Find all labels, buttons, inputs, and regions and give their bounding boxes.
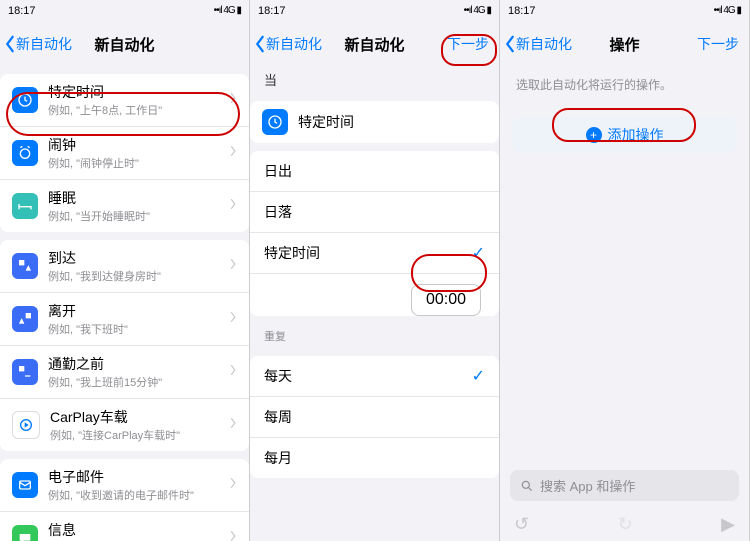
row-sub: 例如, "我上班前15分钟"	[48, 374, 219, 390]
row-sub: 例如, "收到邀请的电子邮件时"	[48, 487, 219, 503]
add-action-button[interactable]: + 添加操作	[512, 117, 737, 153]
status-network: ••ıl 4G ▮	[214, 0, 241, 22]
status-bar: 18:17 ••ıl 4G ▮	[500, 0, 749, 22]
status-network: ••ıl 4G ▮	[464, 0, 491, 22]
status-time: 18:17	[8, 0, 36, 22]
option-label: 日落	[264, 202, 292, 222]
option-label: 特定时间	[264, 243, 320, 263]
nav-bar: 新自动化 新自动化	[0, 22, 249, 66]
row-leave[interactable]: 离开例如, "我下班时"	[0, 293, 249, 346]
row-title: 睡眠	[48, 188, 219, 208]
mail-icon	[12, 472, 38, 498]
search-icon	[520, 479, 534, 493]
status-bar: 18:17 ••ıl 4G ▮	[0, 0, 249, 22]
chevron-right-icon	[229, 91, 237, 109]
hint-text: 选取此自动化将运行的操作。	[500, 66, 749, 103]
row-sub: 例如, "我下班时"	[48, 321, 219, 337]
row-alarm[interactable]: 闹钟例如, "闹钟停止时"	[0, 127, 249, 180]
nav-bar: 新自动化 操作 下一步	[500, 22, 749, 66]
chevron-right-icon	[229, 416, 237, 434]
row-arrive[interactable]: 到达例如, "我到达健身房时"	[0, 240, 249, 293]
clock-icon	[262, 109, 288, 135]
status-time: 18:17	[508, 0, 536, 22]
nav-bar: 新自动化 新自动化 下一步	[250, 22, 499, 66]
row-sub: 例如, "上午8点, 工作日"	[48, 102, 219, 118]
repeat-monthly[interactable]: 每月	[250, 438, 499, 478]
option-sunset[interactable]: 日落	[250, 192, 499, 233]
row-title: 特定时间	[298, 112, 354, 132]
chevron-right-icon	[229, 144, 237, 162]
row-title: 通勤之前	[48, 354, 219, 374]
section-header-when: 当	[250, 66, 499, 93]
option-label: 每周	[264, 407, 292, 427]
repeat-daily[interactable]: 每天 ✓	[250, 356, 499, 397]
chevron-right-icon	[229, 257, 237, 275]
chevron-right-icon	[229, 476, 237, 494]
row-sub: 例如, "闹钟停止时"	[48, 155, 219, 171]
status-time: 18:17	[258, 0, 286, 22]
chevron-right-icon	[229, 310, 237, 328]
row-title: 电子邮件	[48, 467, 219, 487]
play-icon[interactable]: ▶	[721, 514, 735, 535]
option-label: 日出	[264, 161, 292, 181]
undo-icon[interactable]: ↺	[514, 514, 529, 535]
nav-next-button[interactable]: 下一步	[697, 34, 739, 54]
row-specific-time[interactable]: 特定时间例如, "上午8点, 工作日"	[0, 74, 249, 127]
toolbar: ↺ ↻ ▶	[500, 514, 749, 535]
checkmark-icon: ✓	[472, 243, 485, 263]
arrive-icon	[12, 253, 38, 279]
trigger-list: 特定时间例如, "上午8点, 工作日" 闹钟例如, "闹钟停止时" 睡眠例如, …	[0, 66, 249, 541]
row-title: 特定时间	[48, 82, 219, 102]
option-label: 每月	[264, 448, 292, 468]
checkmark-icon: ✓	[472, 366, 485, 386]
option-sunrise[interactable]: 日出	[250, 151, 499, 192]
row-selected-trigger: 特定时间	[250, 101, 499, 143]
section-header-repeat: 重复	[250, 324, 499, 348]
row-commute[interactable]: 通勤之前例如, "我上班前15分钟"	[0, 346, 249, 399]
row-sub: 例如, "我到达健身房时"	[48, 268, 219, 284]
row-title: 离开	[48, 301, 219, 321]
redo-icon[interactable]: ↻	[618, 514, 633, 535]
row-sleep[interactable]: 睡眠例如, "当开始睡眠时"	[0, 180, 249, 232]
commute-icon	[12, 359, 38, 385]
chevron-right-icon	[229, 197, 237, 215]
row-carplay[interactable]: CarPlay车载例如, "连接CarPlay车载时"	[0, 399, 249, 451]
row-email[interactable]: 电子邮件例如, "收到邀请的电子邮件时"	[0, 459, 249, 512]
option-specific-time[interactable]: 特定时间 ✓	[250, 233, 499, 274]
clock-icon	[12, 87, 38, 113]
row-sub: 例如, "当开始睡眠时"	[48, 208, 219, 224]
alarm-icon	[12, 140, 38, 166]
row-title: 到达	[48, 248, 219, 268]
search-input[interactable]: 搜索 App 和操作	[510, 470, 739, 501]
status-network: ••ıl 4G ▮	[714, 0, 741, 22]
row-title: 闹钟	[48, 135, 219, 155]
option-label: 每天	[264, 366, 292, 386]
row-sub: 例如, "连接CarPlay车载时"	[50, 427, 219, 443]
message-icon	[12, 525, 38, 541]
status-bar: 18:17 ••ıl 4G ▮	[250, 0, 499, 22]
phone-panel-1: 18:17 ••ıl 4G ▮ 新自动化 新自动化 特定时间例如, "上午8点,…	[0, 0, 250, 541]
search-placeholder: 搜索 App 和操作	[540, 476, 635, 495]
row-title: 信息	[48, 520, 219, 540]
row-title: CarPlay车载	[50, 407, 219, 427]
repeat-weekly[interactable]: 每周	[250, 397, 499, 438]
chevron-right-icon	[229, 363, 237, 381]
nav-next-button[interactable]: 下一步	[447, 34, 489, 54]
phone-panel-3: 18:17 ••ıl 4G ▮ 新自动化 操作 下一步 选取此自动化将运行的操作…	[500, 0, 750, 541]
nav-title: 新自动化	[0, 34, 249, 55]
chevron-right-icon	[229, 529, 237, 541]
time-value: 00:00	[411, 284, 481, 316]
leave-icon	[12, 306, 38, 332]
plus-icon: +	[586, 127, 602, 143]
carplay-icon	[12, 411, 40, 439]
time-picker[interactable]: 00:00	[250, 284, 499, 316]
row-message[interactable]: 信息例如, "收到妈妈的信息时"	[0, 512, 249, 541]
bed-icon	[12, 193, 38, 219]
phone-panel-2: 18:17 ••ıl 4G ▮ 新自动化 新自动化 下一步 当 特定时间 日出 …	[250, 0, 500, 541]
add-action-label: 添加操作	[608, 125, 664, 145]
